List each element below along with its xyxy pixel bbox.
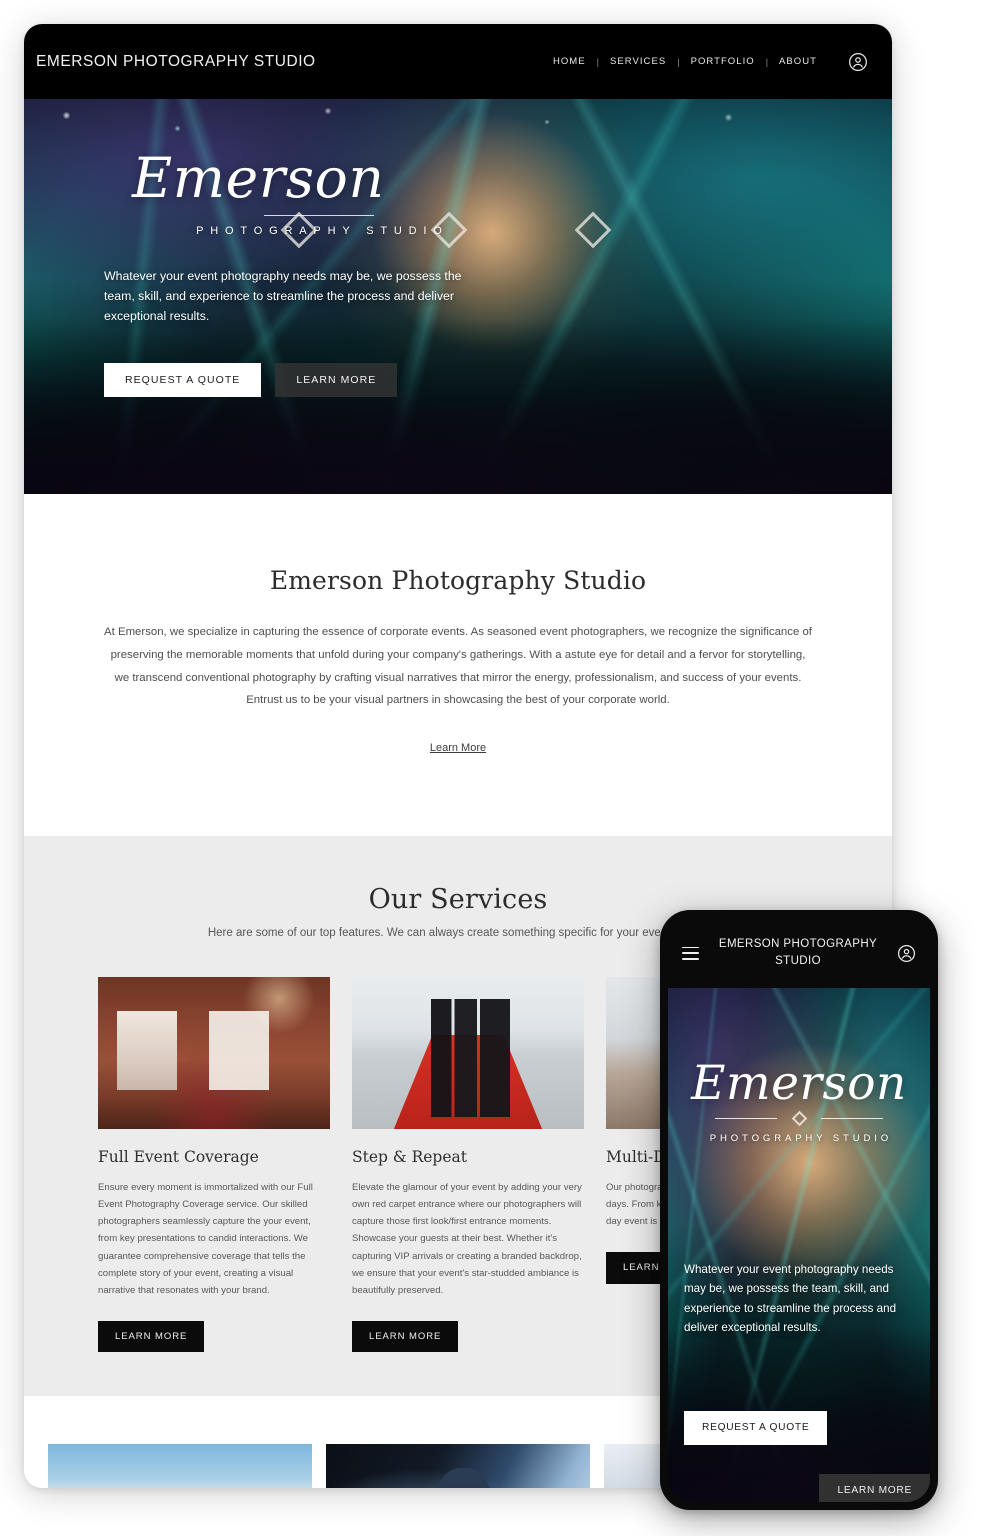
outdoor-banquet-photo xyxy=(48,1444,312,1488)
hamburger-menu-icon[interactable] xyxy=(682,946,699,960)
nav-item-services: SERVICES xyxy=(601,52,675,71)
nav-link-portfolio[interactable]: PORTFOLIO xyxy=(682,52,764,71)
phone-request-quote-button[interactable]: REQUEST A QUOTE xyxy=(684,1411,828,1446)
service-card-title: Full Event Coverage xyxy=(98,1148,259,1167)
nav-item-about: ABOUT xyxy=(770,52,826,71)
phone-hero-logo-script: Emerson xyxy=(691,1056,907,1111)
hero-actions: REQUEST A QUOTE LEARN MORE xyxy=(104,362,534,398)
intro-wrap: Emerson Photography Studio At Emerson, w… xyxy=(96,566,820,754)
hero-copy: Whatever your event photography needs ma… xyxy=(104,269,462,323)
phone-brand-line-one: EMERSON PHOTOGRAPHY xyxy=(718,937,878,950)
brand-wordmark[interactable]: EMERSON PHOTOGRAPHY STUDIO xyxy=(36,53,316,71)
phone-brand-title: EMERSON PHOTOGRAPHY STUDIO xyxy=(707,936,889,971)
hero-logo-divider xyxy=(264,215,374,216)
phone-hero-copy: Whatever your event photography needs ma… xyxy=(684,1263,897,1335)
diamond-icon xyxy=(791,1110,808,1127)
phone-hero-section: Emerson PHOTOGRAPHY STUDIO Whatever your… xyxy=(668,988,930,1502)
intro-section: Emerson Photography Studio At Emerson, w… xyxy=(24,494,892,837)
nav-link-about[interactable]: ABOUT xyxy=(770,52,826,71)
intro-body: At Emerson, we specialize in capturing t… xyxy=(104,626,812,707)
phone-learn-more-button[interactable]: LEARN MORE xyxy=(819,1474,930,1502)
hero-logo-script: Emerson xyxy=(132,146,385,210)
service-card-title: Step & Repeat xyxy=(352,1148,468,1167)
nav-item-home: HOME xyxy=(544,52,595,71)
red-carpet-photo xyxy=(352,977,584,1130)
mockup-stage: EMERSON PHOTOGRAPHY STUDIO HOME | SERVIC… xyxy=(0,0,982,1536)
account-circle-icon[interactable] xyxy=(848,52,868,72)
nav-cluster: HOME | SERVICES | PORTFOLIO | ABOUT xyxy=(544,52,880,72)
intro-title: Emerson Photography Studio xyxy=(269,566,647,595)
gallery-item[interactable] xyxy=(48,1444,312,1488)
nav-link-home[interactable]: HOME xyxy=(544,52,595,71)
hero-logo-subtitle: PHOTOGRAPHY STUDIO xyxy=(196,225,449,237)
service-card-image xyxy=(352,977,584,1130)
loft-party-photo xyxy=(98,977,330,1130)
phone-hero-logo-subtitle: PHOTOGRAPHY STUDIO xyxy=(709,1133,893,1144)
nav-link-services[interactable]: SERVICES xyxy=(601,52,675,71)
service-card: Step & Repeat Elevate the glamour of you… xyxy=(352,977,584,1353)
service-card-text: Ensure every moment is immortalized with… xyxy=(98,1182,313,1296)
keynote-speaker-photo xyxy=(326,1444,590,1488)
phone-hero-logo: Emerson PHOTOGRAPHY STUDIO xyxy=(668,1060,930,1144)
phone-mockup-frame: EMERSON PHOTOGRAPHY STUDIO Emerson PHOTO… xyxy=(660,910,938,1510)
service-card-image xyxy=(98,977,330,1130)
learn-more-button[interactable]: LEARN MORE xyxy=(275,362,398,398)
request-quote-button[interactable]: REQUEST A QUOTE xyxy=(104,362,262,398)
service-card-text: Elevate the glamour of your event by add… xyxy=(352,1182,582,1296)
gallery-item[interactable] xyxy=(326,1444,590,1488)
phone-hero-logo-divider xyxy=(715,1110,883,1127)
service-card: Full Event Coverage Ensure every moment … xyxy=(98,977,330,1353)
primary-nav: HOME | SERVICES | PORTFOLIO | ABOUT xyxy=(544,52,826,71)
phone-brand-line-two: STUDIO xyxy=(775,955,821,967)
nav-item-portfolio: PORTFOLIO xyxy=(682,52,764,71)
phone-header: EMERSON PHOTOGRAPHY STUDIO xyxy=(668,918,930,988)
account-circle-icon[interactable] xyxy=(897,944,916,963)
intro-learn-more-link[interactable]: Learn More xyxy=(96,742,820,754)
service-learn-more-button[interactable]: LEARN MORE xyxy=(98,1320,205,1353)
service-learn-more-button[interactable]: LEARN MORE xyxy=(352,1320,459,1353)
phone-viewport: EMERSON PHOTOGRAPHY STUDIO Emerson PHOTO… xyxy=(668,918,930,1502)
hero-content: Emerson PHOTOGRAPHY STUDIO Whatever your… xyxy=(104,146,534,398)
hero-section: Emerson PHOTOGRAPHY STUDIO Whatever your… xyxy=(24,99,892,494)
site-header: EMERSON PHOTOGRAPHY STUDIO HOME | SERVIC… xyxy=(24,24,892,99)
